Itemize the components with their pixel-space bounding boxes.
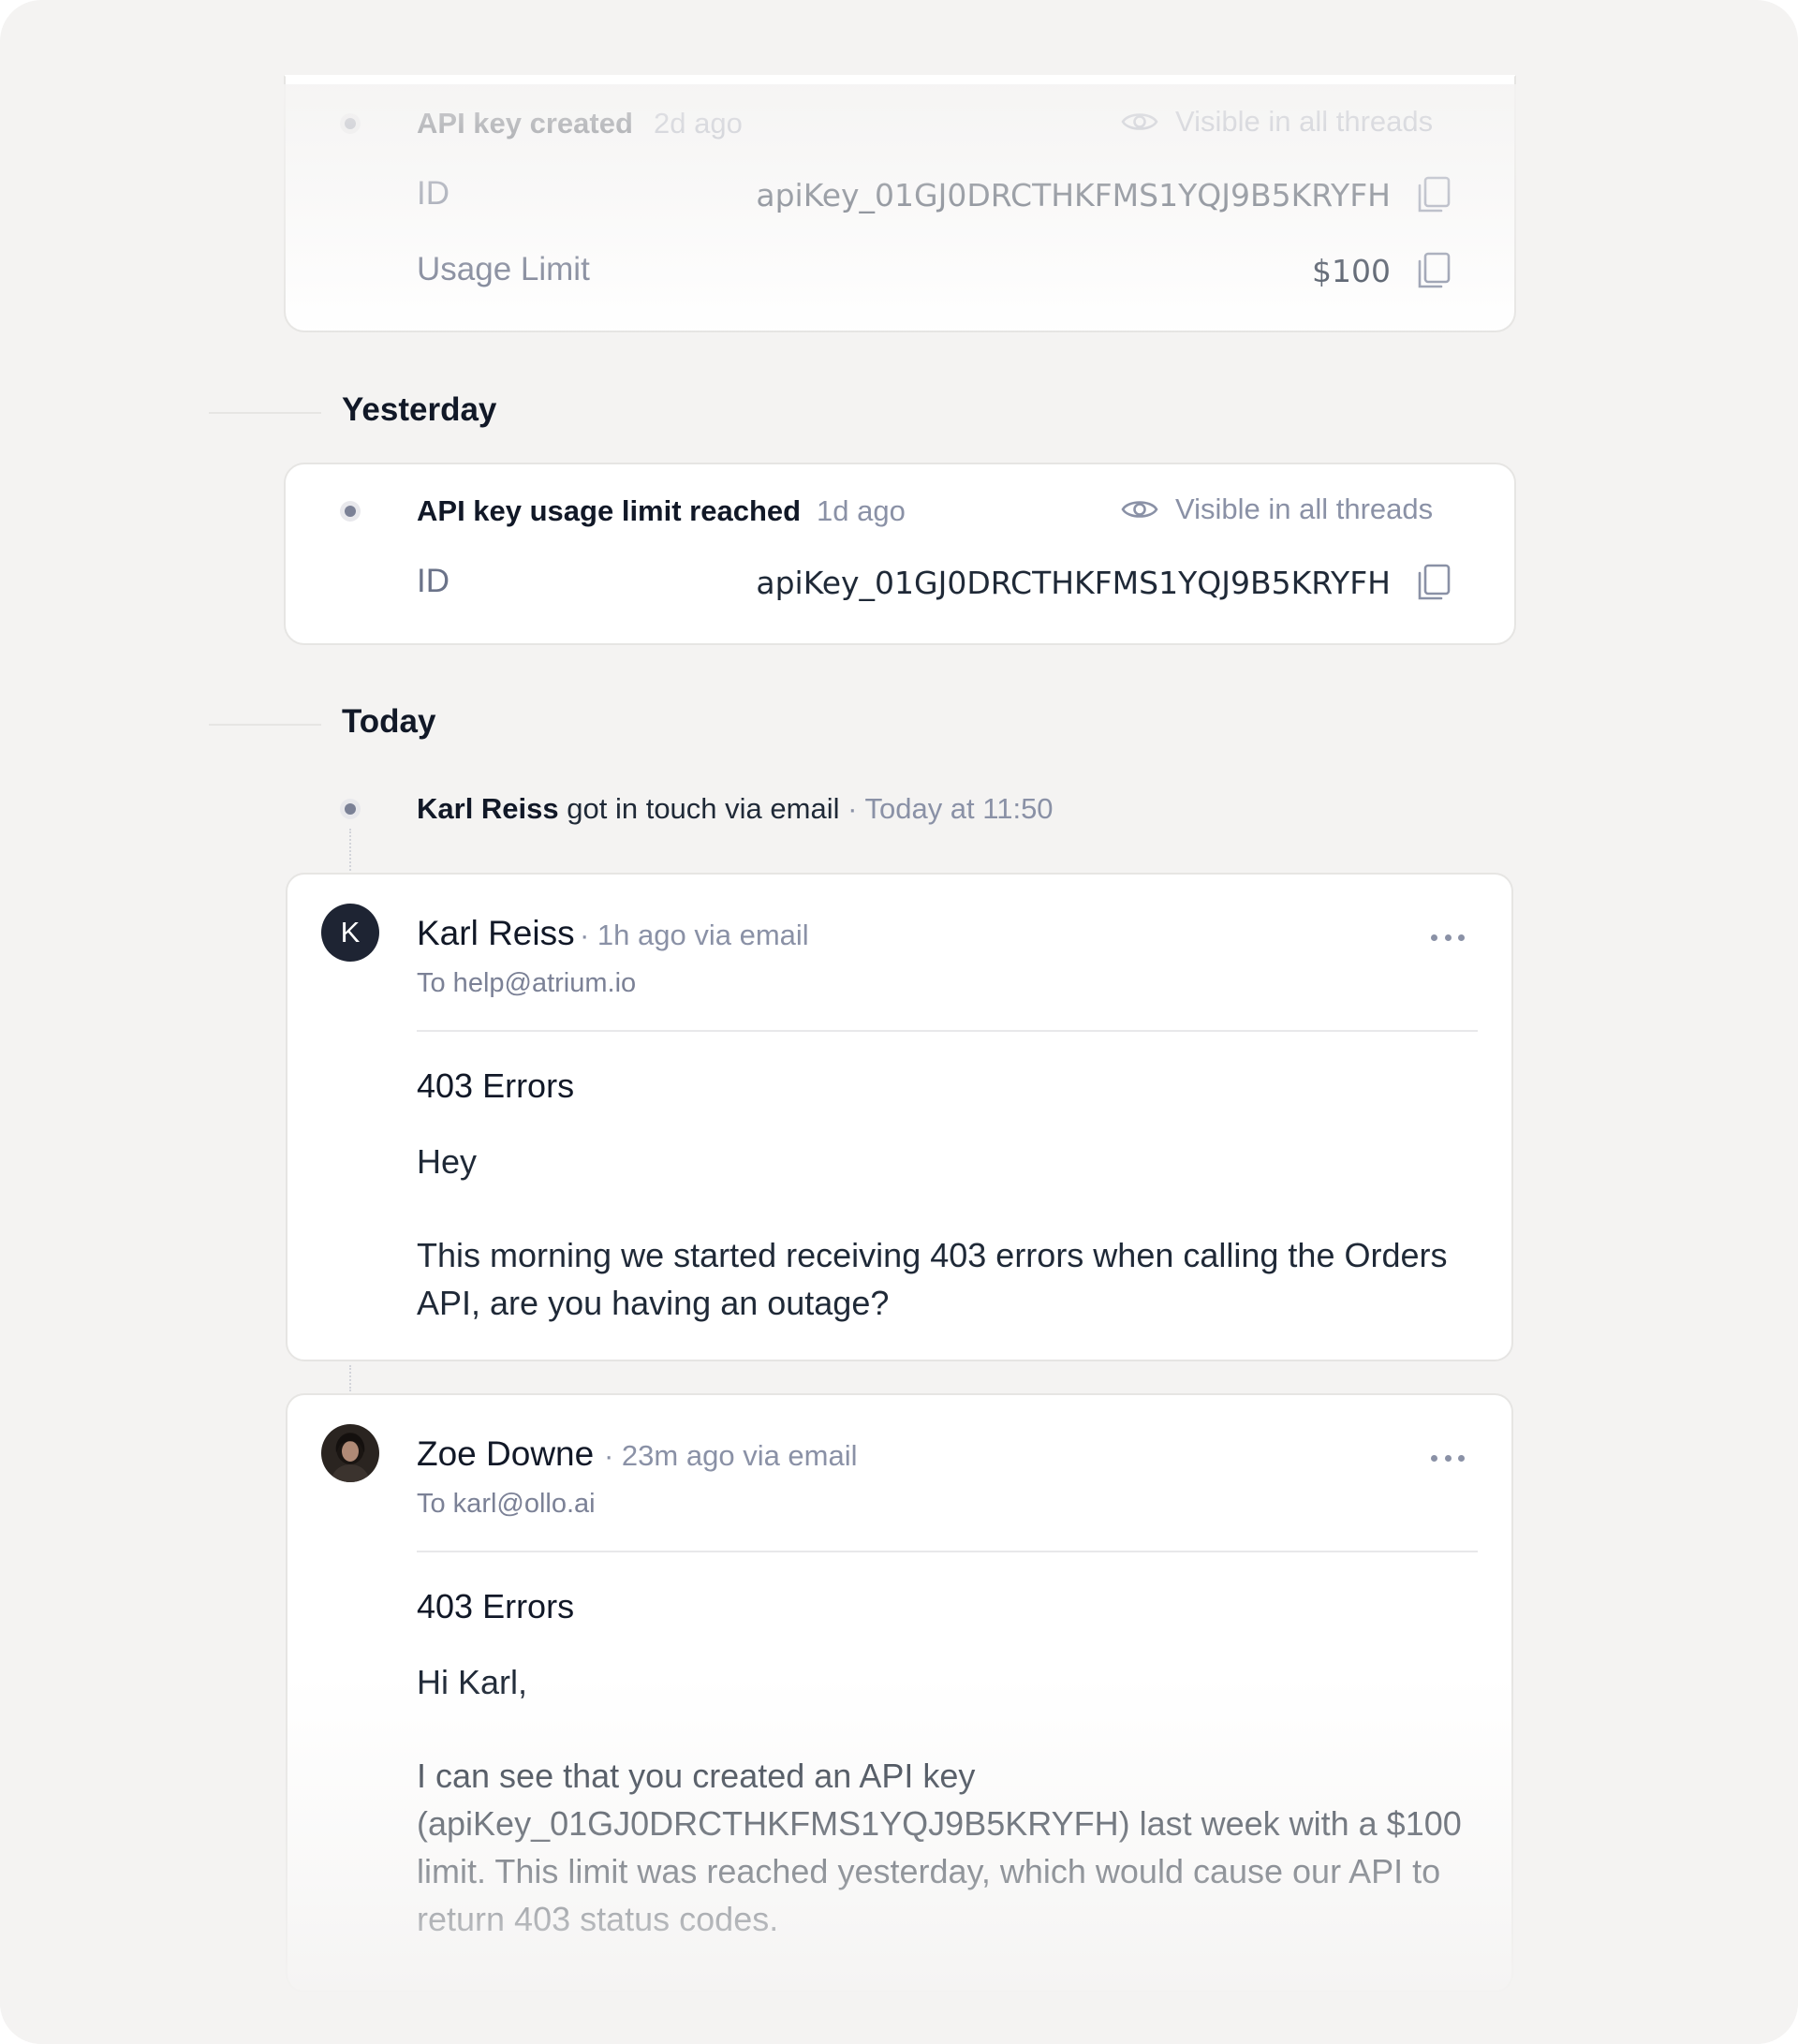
message-body: I can see that you created an API key (a… — [417, 1757, 1462, 1938]
message-recipient: To karl@ollo.ai — [417, 1489, 596, 1519]
copy-icon[interactable] — [1416, 251, 1452, 290]
message-divider — [417, 1551, 1478, 1552]
id-value: apiKey_01GJ0DRCTHKFMS1YQJ9B5KRYFH — [756, 565, 1391, 601]
event-dot — [340, 799, 361, 819]
message-meta: · 23m ago via email — [604, 1439, 858, 1472]
copy-icon[interactable] — [1416, 563, 1452, 602]
more-horizontal-icon[interactable] — [1431, 933, 1465, 942]
visibility-label: Visible in all threads — [1175, 105, 1434, 138]
event-title: API key created — [417, 107, 633, 140]
usage-limit-label: Usage Limit — [417, 251, 590, 287]
message-greeting: Hey — [417, 1142, 478, 1181]
event-title: API key usage limit reached — [417, 494, 802, 527]
event-card-usage-limit-reached — [284, 463, 1516, 645]
contact-event-text: got in touch via email — [558, 792, 848, 825]
event-time: 2d ago — [654, 107, 743, 140]
event-time: 1d ago — [817, 494, 906, 527]
sender-name[interactable]: Karl Reiss — [417, 914, 575, 953]
message-recipient: To help@atrium.io — [417, 968, 637, 998]
visibility-indicator: Visible in all threads — [1121, 105, 1433, 139]
message-subject: 403 Errors — [417, 1587, 575, 1625]
event-dot — [340, 113, 361, 134]
visibility-label: Visible in all threads — [1175, 493, 1434, 525]
more-horizontal-icon[interactable] — [1431, 1453, 1465, 1463]
separator-dot: · — [847, 792, 858, 825]
message-divider — [417, 1030, 1478, 1032]
id-value: apiKey_01GJ0DRCTHKFMS1YQJ9B5KRYFH — [756, 177, 1391, 213]
section-title-today: Today — [342, 703, 436, 740]
id-label: ID — [417, 175, 450, 212]
usage-limit-value: $100 — [1312, 253, 1391, 289]
message-subject: 403 Errors — [417, 1066, 575, 1105]
section-title-yesterday: Yesterday — [342, 391, 497, 428]
message-meta: · 1h ago via email — [580, 919, 809, 951]
timeline-connector — [349, 829, 351, 871]
copy-icon[interactable] — [1416, 175, 1452, 214]
section-divider — [209, 724, 321, 726]
eye-icon — [1121, 501, 1158, 518]
contact-event-time: Today at 11:50 — [857, 792, 1054, 825]
avatar — [321, 1424, 379, 1482]
message-greeting: Hi Karl, — [417, 1663, 528, 1701]
avatar-photo — [321, 1424, 379, 1482]
contact-event: Karl Reiss got in touch via email · Toda… — [417, 792, 1054, 826]
contact-name[interactable]: Karl Reiss — [417, 792, 559, 825]
timeline-connector — [349, 1365, 351, 1391]
avatar-initial: K — [340, 916, 361, 948]
message-body: This morning we started receiving 403 er… — [417, 1236, 1448, 1322]
event-dot — [340, 501, 361, 522]
sender-name[interactable]: Zoe Downe — [417, 1434, 594, 1474]
visibility-indicator: Visible in all threads — [1121, 493, 1433, 526]
eye-icon — [1121, 113, 1158, 130]
avatar: K — [321, 904, 379, 962]
activity-timeline: API key created 2d ago Visible in all th… — [0, 0, 1798, 2044]
section-divider — [209, 412, 321, 414]
id-label: ID — [417, 563, 450, 599]
